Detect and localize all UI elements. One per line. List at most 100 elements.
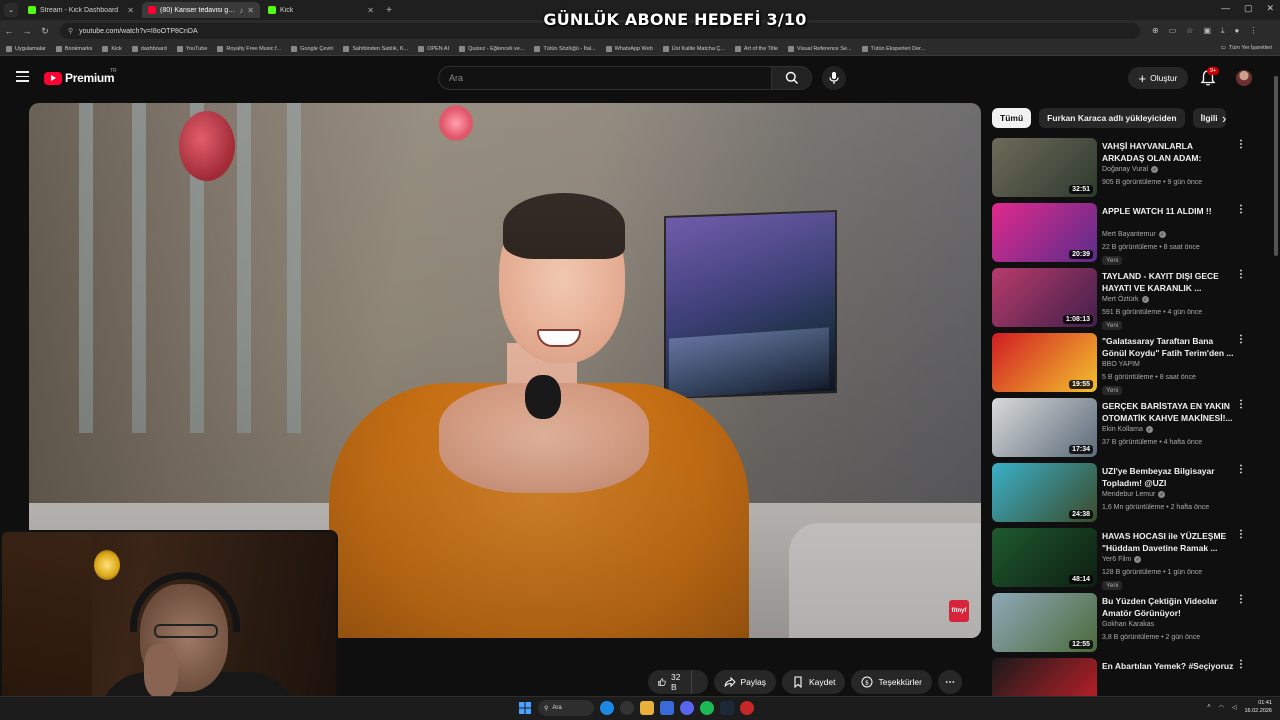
more-options-icon[interactable]: ⋮	[1236, 465, 1246, 475]
bookmark-item[interactable]: Üst Kalite Matcha Ç...	[662, 45, 725, 52]
create-button[interactable]: + Oluştur	[1128, 67, 1188, 89]
video-title[interactable]: En Abartılan Yemek? #Seçiyoruz	[1102, 660, 1234, 672]
recommended-video[interactable]: En Abartılan Yemek? #Seçiyoruz ⋮	[992, 658, 1252, 696]
page-scrollbar[interactable]	[1272, 56, 1280, 696]
video-title[interactable]: GERÇEK BARİSTAYA EN YAKIN OTOMATİK KAHVE…	[1102, 400, 1234, 424]
video-title[interactable]: UZI'ye Bembeyaz Bilgisayar Topladım! @UZ…	[1102, 465, 1234, 489]
search-icon	[785, 71, 798, 84]
bookmark-item[interactable]: Uygulamalar	[6, 45, 46, 52]
search-input[interactable]: Ara	[438, 66, 772, 90]
channel-name[interactable]: BBO YAPIM	[1102, 361, 1140, 368]
channel-name[interactable]: Mert Bayantemur ✓	[1102, 231, 1166, 238]
video-title[interactable]: APPLE WATCH 11 ALDIM !!	[1102, 205, 1234, 217]
chip-filter[interactable]: Tümü	[992, 108, 1032, 128]
dislike-button[interactable]	[692, 670, 708, 694]
channel-watermark[interactable]: fitnyf	[949, 600, 969, 622]
clock[interactable]: 01:41 16.02.2026	[1244, 699, 1272, 715]
chip-filter[interactable]: İlgili	[1192, 108, 1226, 128]
bookmark-item[interactable]: Tütün Eksperleri Der...	[861, 45, 925, 52]
video-thumbnail[interactable]: 17:34	[992, 398, 1097, 457]
video-title[interactable]: HAVAS HOCASI ile YÜZLEŞME "Hüddam Daveti…	[1102, 530, 1234, 554]
search-button[interactable]	[772, 66, 812, 90]
thanks-label: Teşekkürler	[878, 677, 922, 687]
bookmark-item[interactable]: YouTube	[176, 45, 207, 52]
bookmark-item[interactable]: Royalty Free Music f...	[217, 45, 281, 52]
bookmark-item[interactable]: OPEN AI	[418, 45, 449, 52]
video-thumbnail[interactable]: 12:55	[992, 593, 1097, 652]
like-button[interactable]: 32 B	[648, 670, 692, 694]
video-title[interactable]: Bu Yüzden Çektiğin Videolar Amatör Görün…	[1102, 595, 1234, 619]
volume-icon[interactable]: ◁	[1232, 704, 1237, 711]
recommended-video[interactable]: 32:51 VAHŞİ HAYVANLARLA ARKADAŞ OLAN ADAM…	[992, 138, 1252, 202]
chrome-icon[interactable]	[600, 701, 614, 715]
bookmark-item[interactable]: Google Çeviri	[291, 45, 333, 52]
more-options-icon[interactable]: ⋮	[1236, 205, 1246, 215]
recommended-video[interactable]: 19:55 "Galatasaray Taraftarı Bana Gönül K…	[992, 333, 1252, 397]
bookmark-favicon-icon	[534, 45, 541, 52]
bookmark-item[interactable]: Kick	[102, 45, 122, 52]
video-thumbnail[interactable]: 32:51	[992, 138, 1097, 197]
video-thumbnail[interactable]	[992, 658, 1097, 696]
video-thumbnail[interactable]: 48:14	[992, 528, 1097, 587]
chevron-right-icon[interactable]: ›	[1222, 111, 1226, 126]
bookmark-item[interactable]: Sahibinden Satılık, K...	[343, 45, 408, 52]
recommended-video[interactable]: 20:39 APPLE WATCH 11 ALDIM !! Mert Bayante…	[992, 203, 1252, 267]
bookmark-item[interactable]: dashboard	[131, 45, 167, 52]
windows-start-icon[interactable]	[518, 701, 532, 715]
recommended-video[interactable]: 12:55 Bu Yüzden Çektiğin Videolar Amatör …	[992, 593, 1252, 657]
video-title[interactable]: "Galatasaray Taraftarı Bana Gönül Koydu"…	[1102, 335, 1234, 359]
steam-icon[interactable]	[720, 701, 734, 715]
video-title[interactable]: VAHŞİ HAYVANLARLA ARKADAŞ OLAN ADAM: ÇOB…	[1102, 140, 1234, 164]
system-tray: ˄ ◠ ◁ 01:41 16.02.2026	[1207, 699, 1272, 715]
video-thumbnail[interactable]: 1:08:13	[992, 268, 1097, 327]
more-options-icon[interactable]: ⋮	[1236, 530, 1246, 540]
all-bookmarks[interactable]: ▭ Tüm Yer İşaretleri	[1221, 45, 1272, 51]
channel-name[interactable]: Ekin Kollama ✓	[1102, 426, 1153, 433]
share-button[interactable]: Paylaş	[713, 670, 777, 694]
webcam-headset	[130, 572, 240, 632]
thanks-button[interactable]: $ Teşekkürler	[851, 670, 932, 694]
more-options-icon[interactable]: ⋮	[1236, 270, 1246, 280]
bookmark-item[interactable]: Tütün Sözlüğü - İtal...	[534, 45, 596, 52]
video-thumbnail[interactable]: 24:38	[992, 463, 1097, 522]
chip-filter[interactable]: Furkan Karaca adlı yükleyiciden	[1039, 108, 1185, 128]
channel-name[interactable]: Mendebur Lemur ✓	[1102, 491, 1166, 498]
channel-name[interactable]: Mert Öztürk ✓	[1102, 296, 1149, 303]
obs-icon[interactable]	[620, 701, 634, 715]
youtube-logo[interactable]: Premium	[44, 71, 115, 85]
photos-icon[interactable]	[660, 701, 674, 715]
discord-icon[interactable]	[680, 701, 694, 715]
taskbar-search[interactable]: ⚲ Ara	[538, 700, 594, 716]
recommended-video[interactable]: 24:38 UZI'ye Bembeyaz Bilgisayar Topladım…	[992, 463, 1252, 527]
save-button[interactable]: Kaydet	[782, 670, 846, 694]
bookmark-item[interactable]: WhatsApp Web	[605, 45, 653, 52]
bookmark-item[interactable]: Quizez - Eğlenceli ve...	[459, 45, 524, 52]
file-explorer-icon[interactable]	[640, 701, 654, 715]
video-thumbnail[interactable]: 20:39	[992, 203, 1097, 262]
video-title[interactable]: TAYLAND - KAYIT DIŞI GECE HAYATI VE KARA…	[1102, 270, 1234, 294]
bookmark-item[interactable]: Art of the Title	[734, 45, 778, 52]
more-actions-button[interactable]: ⋯	[937, 670, 962, 694]
more-options-icon[interactable]: ⋮	[1236, 595, 1246, 605]
wifi-icon[interactable]: ◠	[1219, 704, 1224, 711]
app-icon[interactable]	[740, 701, 754, 715]
recommended-video[interactable]: 17:34 GERÇEK BARİSTAYA EN YAKIN OTOMATİK …	[992, 398, 1252, 462]
channel-name[interactable]: Doğanay Vural ✓	[1102, 166, 1159, 173]
more-options-icon[interactable]: ⋮	[1236, 660, 1246, 670]
channel-name[interactable]: Gokhan Karakas	[1102, 621, 1154, 628]
spotify-icon[interactable]	[700, 701, 714, 715]
channel-name[interactable]: Yer6 Film ✓	[1102, 556, 1142, 563]
bookmark-item[interactable]: Bookmarks	[55, 45, 92, 52]
chevron-up-icon[interactable]: ˄	[1207, 704, 1211, 710]
scrollbar-thumb[interactable]	[1274, 76, 1278, 256]
hamburger-menu-icon[interactable]	[16, 71, 29, 82]
bookmark-item[interactable]: Visual Reference Se...	[787, 45, 852, 52]
video-thumbnail[interactable]: 19:55	[992, 333, 1097, 392]
voice-search-button[interactable]	[822, 66, 846, 90]
more-options-icon[interactable]: ⋮	[1236, 335, 1246, 345]
recommended-video[interactable]: 48:14 HAVAS HOCASI ile YÜZLEŞME "Hüddam D…	[992, 528, 1252, 592]
account-avatar[interactable]	[1236, 70, 1252, 86]
recommended-video[interactable]: 1:08:13 TAYLAND - KAYIT DIŞI GECE HAYATI …	[992, 268, 1252, 332]
more-options-icon[interactable]: ⋮	[1236, 400, 1246, 410]
more-options-icon[interactable]: ⋮	[1236, 140, 1246, 150]
